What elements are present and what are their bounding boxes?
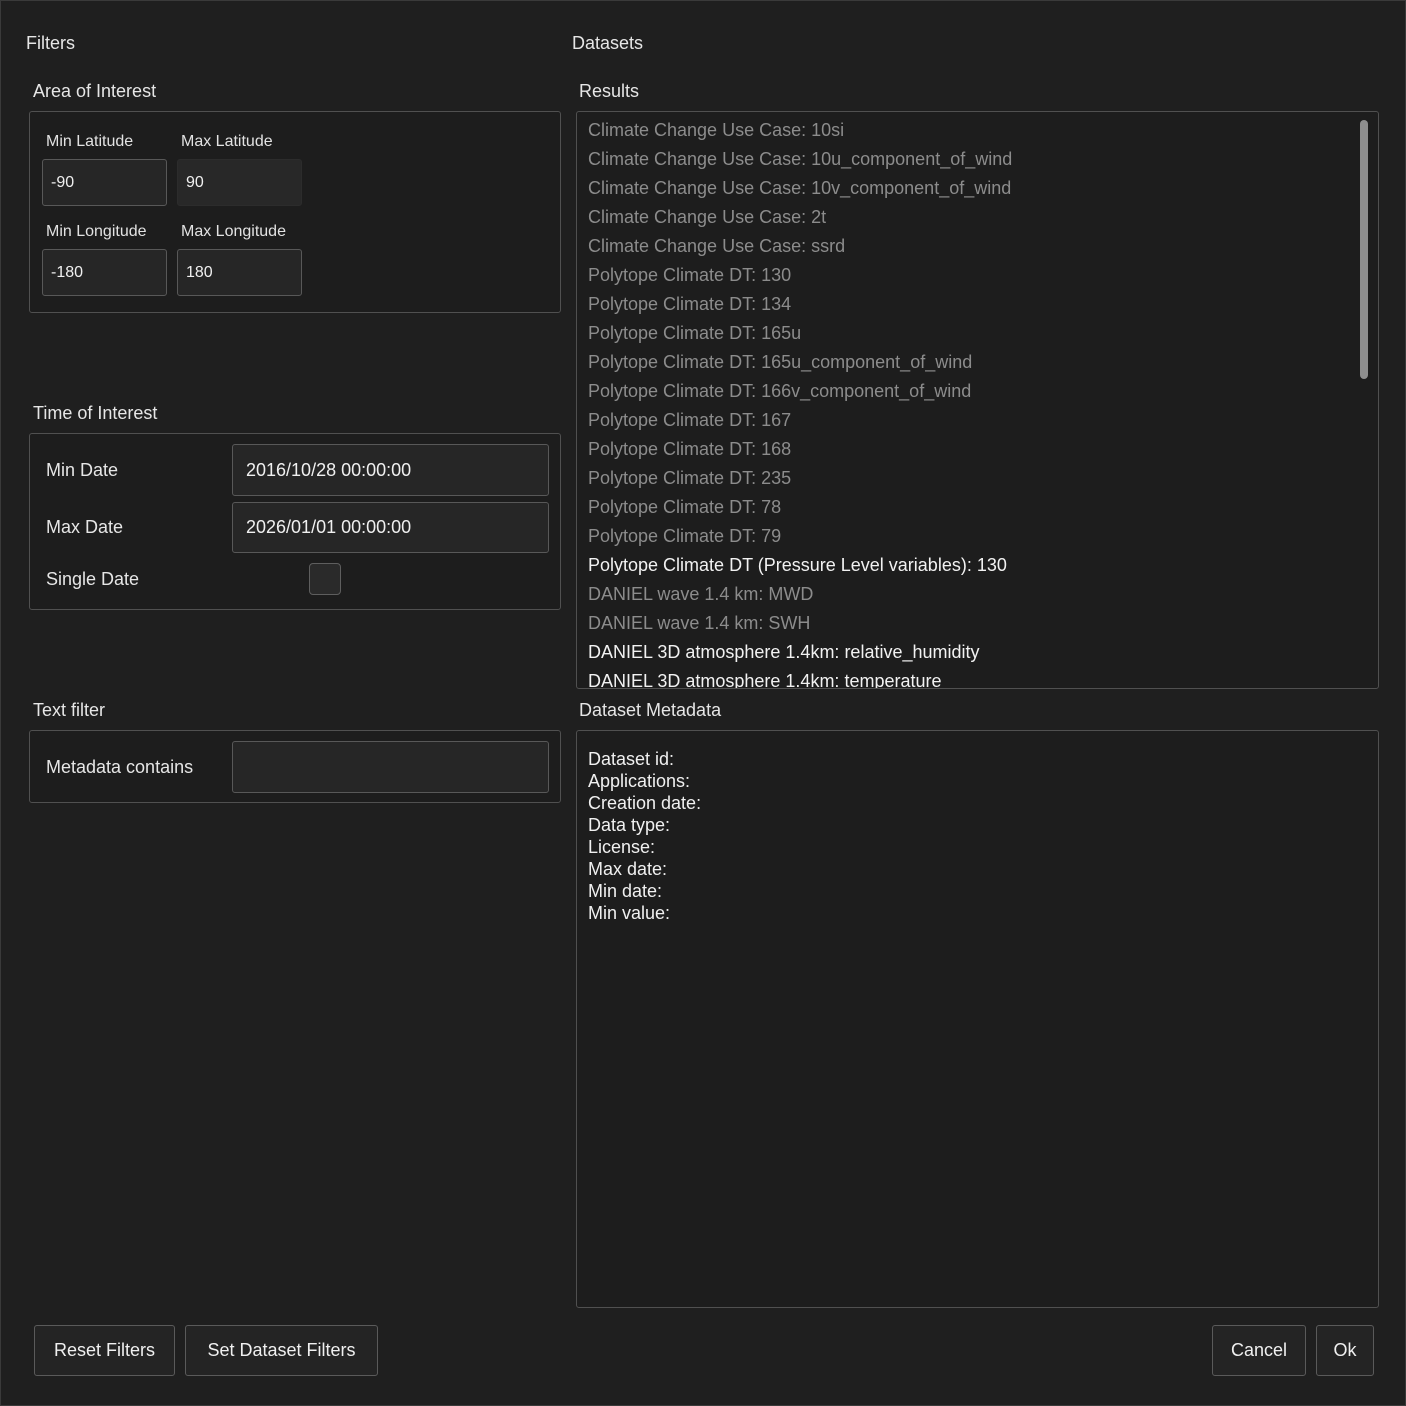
max-latitude-label: Max Latitude: [181, 133, 273, 150]
set-dataset-filters-button[interactable]: Set Dataset Filters: [185, 1325, 378, 1376]
result-item[interactable]: DANIEL 3D atmosphere 1.4km: temperature: [588, 667, 942, 688]
text-filter-title: Text filter: [33, 700, 106, 720]
metadata-line: Max date:: [588, 859, 668, 879]
min-latitude-input[interactable]: -90: [42, 159, 167, 206]
max-latitude-input[interactable]: 90: [177, 159, 302, 206]
max-date-input[interactable]: 2026/01/01 00:00:00: [232, 502, 549, 553]
result-item[interactable]: DANIEL wave 1.4 km: MWD: [588, 580, 813, 609]
filter-dialog: Filters Area of Interest Min Latitude Ma…: [0, 0, 1406, 1406]
max-date-label: Max Date: [46, 517, 124, 537]
metadata-contains-label: Metadata contains: [46, 757, 194, 777]
max-longitude-input[interactable]: 180: [177, 249, 302, 296]
result-item[interactable]: Polytope Climate DT: 165u: [588, 319, 801, 348]
result-item[interactable]: Polytope Climate DT: 130: [588, 261, 791, 290]
result-item[interactable]: Polytope Climate DT: 134: [588, 290, 791, 319]
single-date-checkbox[interactable]: [309, 563, 341, 595]
metadata-line: Creation date:: [588, 793, 702, 813]
text-filter-panel: Metadata contains: [29, 730, 561, 803]
metadata-line: Min date:: [588, 881, 663, 901]
result-item[interactable]: DANIEL wave 1.4 km: SWH: [588, 609, 810, 638]
metadata-line: Applications:: [588, 771, 691, 791]
result-item[interactable]: Polytope Climate DT: 235: [588, 464, 791, 493]
ok-button[interactable]: Ok: [1316, 1325, 1374, 1376]
result-item[interactable]: Climate Change Use Case: ssrd: [588, 232, 845, 261]
metadata-contains-input[interactable]: [232, 741, 549, 793]
result-item[interactable]: Polytope Climate DT: 79: [588, 522, 781, 551]
area-of-interest-panel: Min Latitude Max Latitude -90 90 Min Lon…: [29, 111, 561, 313]
metadata-line: Dataset id:: [588, 749, 675, 769]
min-longitude-input[interactable]: -180: [42, 249, 167, 296]
result-item[interactable]: Climate Change Use Case: 10u_component_o…: [588, 145, 1012, 174]
cancel-button[interactable]: Cancel: [1212, 1325, 1306, 1376]
single-date-label: Single Date: [46, 569, 140, 589]
min-date-label: Min Date: [46, 460, 119, 480]
time-of-interest-title: Time of Interest: [33, 403, 158, 423]
metadata-line: Min value:: [588, 903, 671, 923]
result-item[interactable]: Polytope Climate DT: 166v_component_of_w…: [588, 377, 971, 406]
metadata-line: License:: [588, 837, 656, 857]
results-list[interactable]: Climate Change Use Case: 10si Climate Cha…: [576, 111, 1379, 689]
max-longitude-label: Max Longitude: [181, 223, 286, 240]
dataset-metadata-panel: Dataset id: Applications: Creation date: Da…: [576, 730, 1379, 1308]
min-latitude-label: Min Latitude: [46, 133, 134, 150]
result-item[interactable]: DANIEL 3D atmosphere 1.4km: relative_hum…: [588, 638, 980, 667]
min-longitude-label: Min Longitude: [46, 223, 147, 240]
area-of-interest-title: Area of Interest: [33, 81, 157, 101]
metadata-line: Data type:: [588, 815, 671, 835]
result-item[interactable]: Polytope Climate DT: 168: [588, 435, 791, 464]
reset-filters-button[interactable]: Reset Filters: [34, 1325, 175, 1376]
dataset-metadata-title: Dataset Metadata: [579, 700, 722, 720]
time-of-interest-panel: Min Date 2016/10/28 00:00:00 Max Date 20…: [29, 433, 561, 610]
result-item[interactable]: Polytope Climate DT (Pressure Level vari…: [588, 551, 1007, 580]
datasets-title: Datasets: [572, 33, 644, 53]
min-date-input[interactable]: 2016/10/28 00:00:00: [232, 444, 549, 496]
result-item[interactable]: Climate Change Use Case: 10si: [588, 116, 844, 145]
filters-title: Filters: [26, 33, 75, 53]
result-item[interactable]: Polytope Climate DT: 78: [588, 493, 781, 522]
results-scrollbar[interactable]: [1360, 120, 1368, 379]
result-item[interactable]: Polytope Climate DT: 165u_component_of_w…: [588, 348, 972, 377]
result-item[interactable]: Climate Change Use Case: 10v_component_o…: [588, 174, 1011, 203]
result-item[interactable]: Polytope Climate DT: 167: [588, 406, 791, 435]
result-item[interactable]: Climate Change Use Case: 2t: [588, 203, 826, 232]
results-title: Results: [579, 81, 640, 101]
